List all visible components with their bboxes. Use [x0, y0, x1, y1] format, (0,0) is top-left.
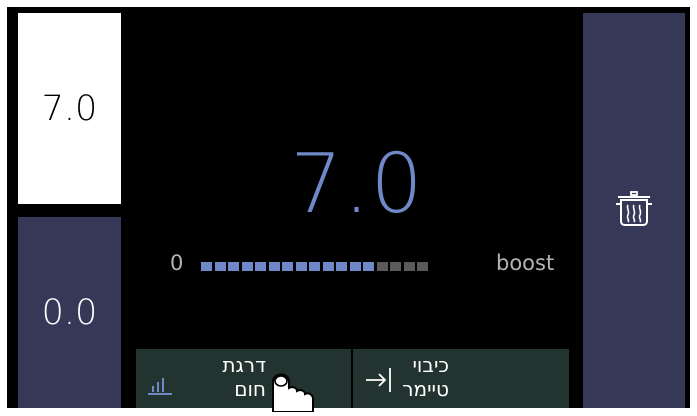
scale-max-label: boost [496, 251, 555, 275]
level-segment [282, 262, 293, 271]
timer-off-label: כיבוי טיימר [402, 353, 449, 401]
level-segment [228, 262, 239, 271]
level-segment [403, 262, 415, 271]
level-segment [295, 262, 307, 271]
level-segment [268, 262, 280, 271]
keep-warm-panel[interactable] [583, 13, 685, 408]
level-segment [255, 262, 266, 271]
level-segment [322, 262, 334, 271]
level-segment [214, 262, 226, 271]
level-segment [309, 262, 320, 271]
power-level-value: 7.0 [290, 137, 424, 232]
timer-arrow-icon [365, 367, 395, 398]
level-segment [417, 262, 428, 271]
zone-active-tile[interactable]: 7.0 [18, 13, 121, 204]
pot-icon [614, 190, 654, 231]
zone-inactive-value: 0.0 [41, 292, 98, 333]
timer-off-button[interactable]: כיבוי טיימר [353, 349, 569, 408]
scale-min-label: 0 [170, 251, 184, 275]
level-segment [201, 262, 212, 271]
heat-level-label: דרגת חום [222, 353, 266, 401]
level-segment [376, 262, 388, 271]
power-level-slider[interactable] [201, 262, 431, 271]
level-segment [390, 262, 401, 271]
cooktop-display: 7.0 0.0 7.0 0 boost דרגת חום כיבוי טיימר [7, 7, 690, 413]
level-segment [336, 262, 347, 271]
level-segment [241, 262, 253, 271]
bar-levels-icon [148, 376, 172, 400]
level-segment [349, 262, 361, 271]
hand-pointer-icon [263, 364, 323, 416]
zone-inactive-tile[interactable]: 0.0 [18, 217, 121, 408]
zone-active-value: 7.0 [41, 88, 98, 129]
level-segment [363, 262, 374, 271]
